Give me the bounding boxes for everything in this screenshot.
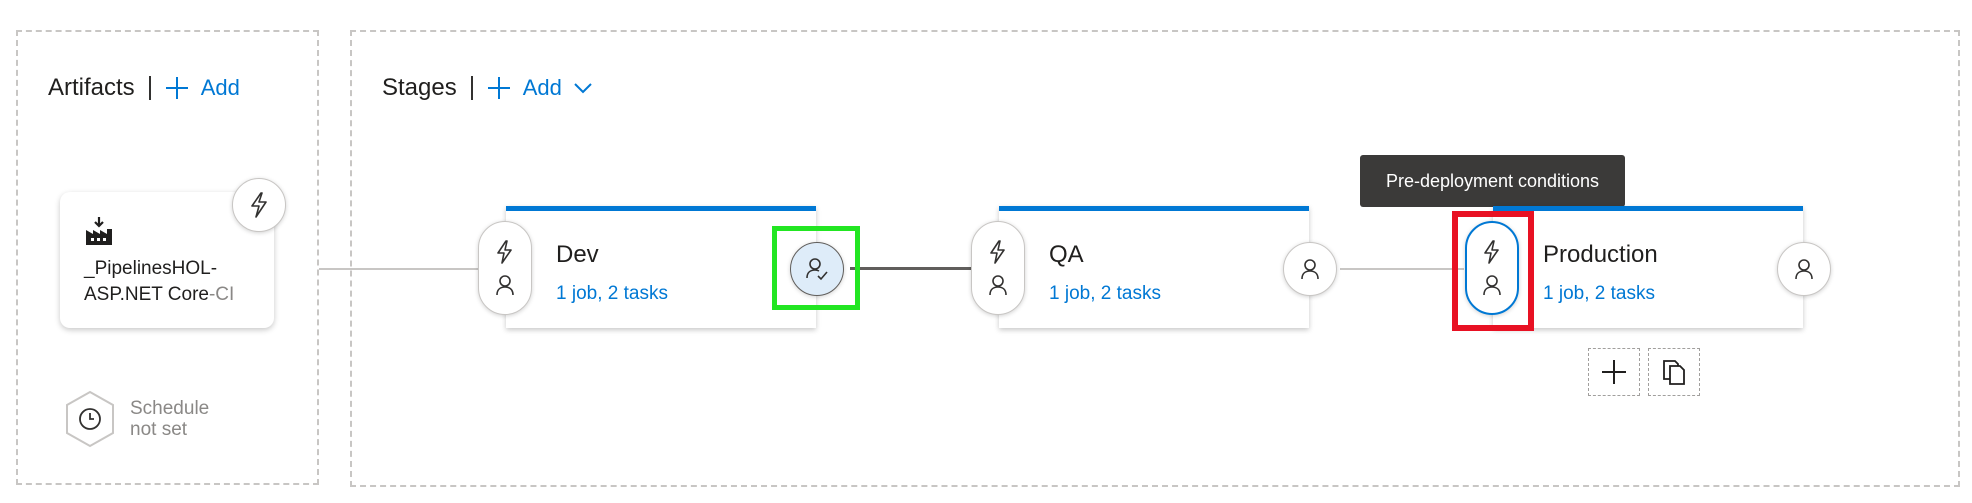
post-deployment-conditions-button-production[interactable] <box>1777 242 1831 296</box>
schedule-text: Schedule not set <box>130 398 209 440</box>
stage-name: Production <box>1543 241 1658 268</box>
stage-name: QA <box>1049 241 1084 268</box>
person-icon <box>1483 275 1501 296</box>
stages-title: Stages <box>382 74 457 101</box>
pre-deployment-conditions-button-qa[interactable] <box>971 221 1025 315</box>
stage-tasks-link[interactable]: 1 job, 2 tasks <box>1543 283 1655 305</box>
continuous-deployment-trigger-button[interactable] <box>232 178 286 232</box>
clone-stage-button[interactable] <box>1648 348 1700 396</box>
artifact-name-suffix: -CI <box>208 284 235 305</box>
clock-icon <box>66 390 114 448</box>
stage-card-production[interactable]: Production 1 job, 2 tasks <box>1493 206 1803 328</box>
person-icon <box>1795 259 1813 280</box>
chevron-down-icon[interactable] <box>574 82 592 94</box>
stage-tasks-link[interactable]: 1 job, 2 tasks <box>556 283 668 305</box>
schedule-line-2: not set <box>130 419 188 440</box>
schedule-button[interactable]: Schedule not set <box>64 390 209 448</box>
build-pipeline-icon <box>86 217 112 245</box>
stage-card-dev[interactable]: Dev 1 job, 2 tasks <box>506 206 816 328</box>
add-artifact-label: Add <box>200 75 240 100</box>
pre-deployment-conditions-button-dev[interactable] <box>478 221 532 315</box>
lightning-icon <box>251 192 267 218</box>
artifact-to-dev-connector <box>319 268 479 270</box>
lightning-icon <box>497 240 512 264</box>
lightning-icon <box>1484 240 1499 264</box>
add-stage-after-button[interactable] <box>1588 348 1640 396</box>
artifacts-header: Artifacts Add <box>48 68 240 108</box>
header-separator <box>148 76 151 100</box>
person-check-icon <box>806 258 828 281</box>
pre-deployment-conditions-tooltip: Pre-deployment conditions <box>1360 155 1625 207</box>
schedule-line-1: Schedule <box>130 398 210 419</box>
header-separator <box>470 76 473 100</box>
stages-header: Stages Add <box>382 68 604 108</box>
person-icon <box>496 275 514 296</box>
qa-to-production-connector <box>1340 268 1464 270</box>
add-artifact-button[interactable]: Add <box>165 75 240 101</box>
person-icon <box>1301 259 1319 280</box>
stage-tasks-link[interactable]: 1 job, 2 tasks <box>1049 283 1161 305</box>
artifact-name-main: _PipelinesHOL- ASP.NET Core <box>84 258 218 305</box>
dev-to-qa-connector <box>850 267 974 270</box>
add-stage-label: Add <box>522 75 562 100</box>
person-icon <box>989 275 1007 296</box>
post-deployment-conditions-button-dev[interactable] <box>790 242 844 296</box>
stage-card-qa[interactable]: QA 1 job, 2 tasks <box>999 206 1309 328</box>
add-stage-button[interactable]: Add <box>487 75 604 101</box>
plus-icon <box>1602 360 1626 384</box>
pre-deployment-conditions-button-production[interactable] <box>1465 221 1519 315</box>
plus-icon <box>487 77 510 99</box>
artifact-name: _PipelinesHOL- ASP.NET Core-CI <box>84 256 264 308</box>
post-deployment-conditions-button-qa[interactable] <box>1283 242 1337 296</box>
artifacts-title: Artifacts <box>48 74 135 101</box>
plus-icon <box>165 77 188 99</box>
lightning-icon <box>990 240 1005 264</box>
copy-icon <box>1663 360 1685 385</box>
stage-name: Dev <box>556 241 599 268</box>
